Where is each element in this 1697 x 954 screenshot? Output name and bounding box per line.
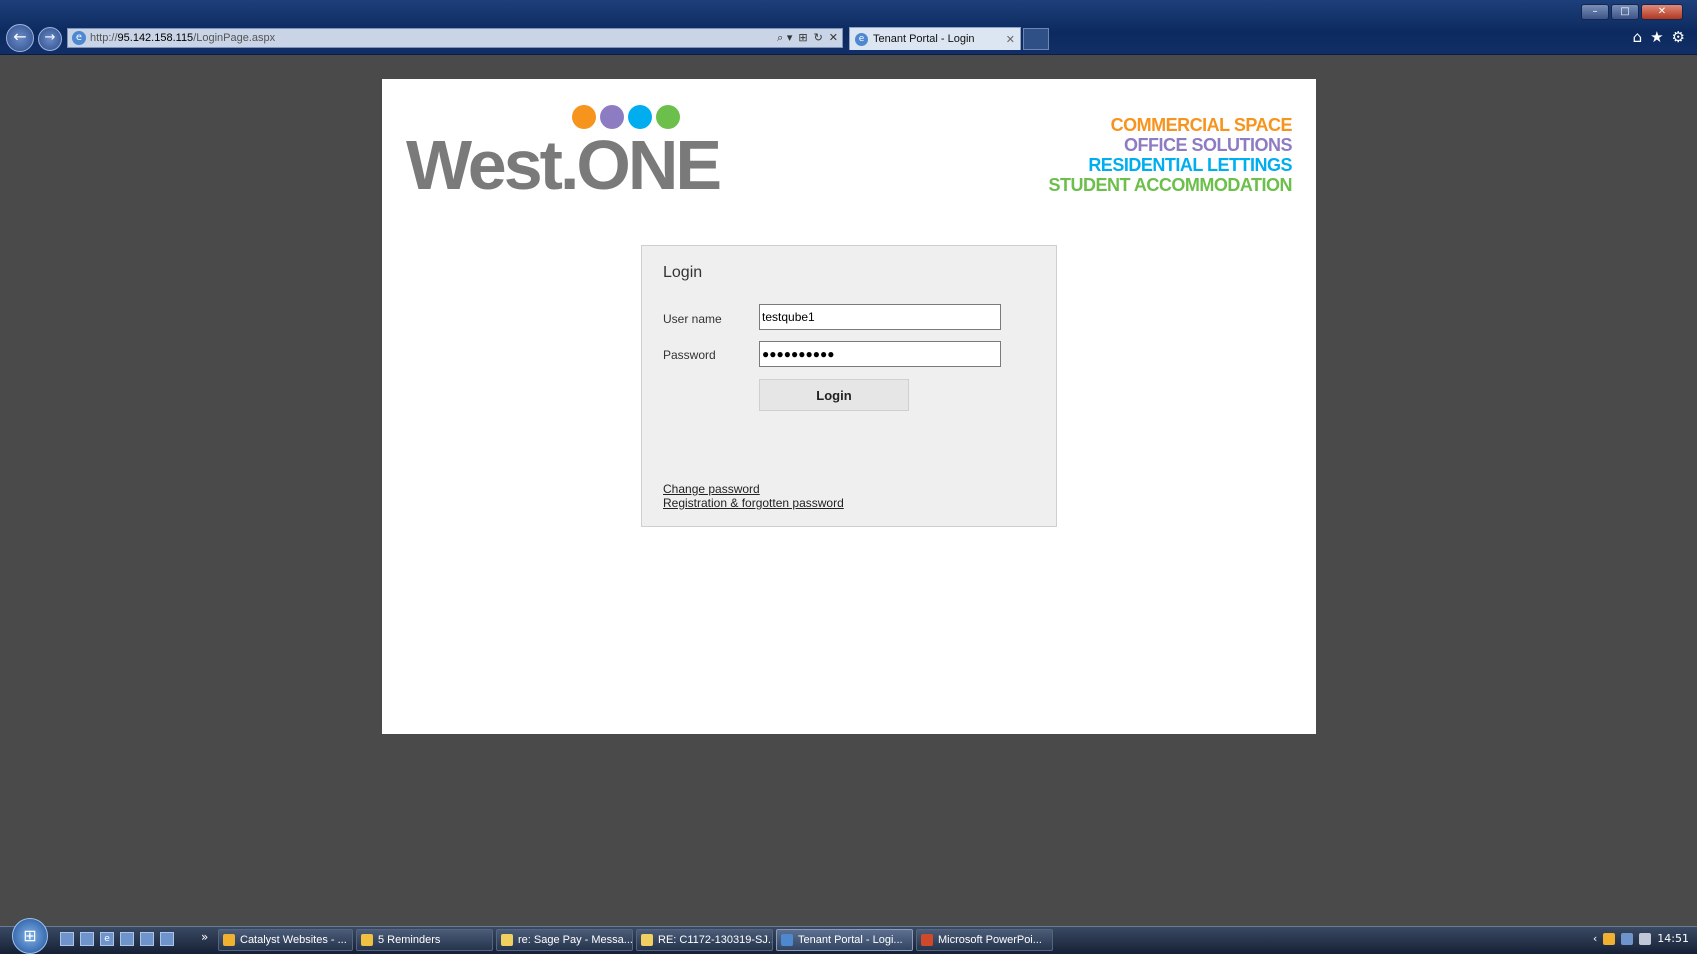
tab-close-icon[interactable]: ✕ <box>1006 33 1015 46</box>
reminder-bell-icon <box>361 934 373 946</box>
switch-windows-icon[interactable] <box>80 932 94 946</box>
taskbar-item[interactable]: re: Sage Pay - Messa... <box>496 929 633 951</box>
ie-tab-icon: e <box>855 32 868 46</box>
compatibility-view-icon[interactable]: ⊞ <box>798 31 807 45</box>
new-tab-button[interactable] <box>1023 28 1049 50</box>
volume-icon[interactable] <box>1639 932 1652 945</box>
login-panel: Login User name Password Login Change pa… <box>641 245 1057 527</box>
taskbar-item[interactable]: RE: C1172-130319-SJ... <box>636 929 773 951</box>
taskbar-items: Catalyst Websites - ... 5 Reminders re: … <box>218 929 1053 951</box>
browser-right-icons: ⌂ ★ ⚙ <box>1633 28 1685 46</box>
address-tools: ⌕ ▾ ⊞ ↻ ✕ <box>777 31 838 45</box>
services-list: COMMERCIAL SPACE OFFICE SOLUTIONS RESIDE… <box>1048 115 1293 195</box>
username-label: User name <box>663 312 722 326</box>
taskbar-item-label: Microsoft PowerPoi... <box>938 934 1042 946</box>
taskbar-item-label: Catalyst Websites - ... <box>240 934 347 946</box>
registration-link[interactable]: Registration & forgotten password <box>663 496 844 510</box>
username-input[interactable] <box>759 304 1001 330</box>
address-host: 95.142.158.115 <box>117 32 194 44</box>
ie-page-icon: e <box>72 31 86 45</box>
tab-tenant-portal[interactable]: e Tenant Portal - Login ✕ <box>849 27 1021 50</box>
clock[interactable]: 14:51 <box>1657 932 1689 945</box>
mail-envelope-icon <box>501 934 513 946</box>
catalyst-app-icon <box>223 934 235 946</box>
service-residential: RESIDENTIAL LETTINGS <box>1088 155 1292 175</box>
taskbar-item-label: 5 Reminders <box>378 934 441 946</box>
tools-gear-icon[interactable]: ⚙ <box>1672 28 1685 46</box>
westone-logo: West.ONE <box>406 105 866 225</box>
password-input[interactable] <box>759 341 1001 367</box>
back-button[interactable]: ← <box>6 24 34 52</box>
network-icon[interactable] <box>1621 932 1634 945</box>
system-tray: ‹ 14:51 <box>1593 932 1689 945</box>
logo-wordmark: West.ONE <box>406 126 722 204</box>
browser-titlebar: – □ ✕ ← → e http://95.142.158.115/LoginP… <box>0 0 1697 55</box>
page-content: West.ONE COMMERCIAL SPACE OFFICE SOLUTIO… <box>382 79 1316 734</box>
taskbar-item-label: RE: C1172-130319-SJ... <box>658 934 773 946</box>
address-path: /LoginPage.aspx <box>193 32 276 44</box>
taskbar-item-label: re: Sage Pay - Messa... <box>518 934 633 946</box>
home-icon[interactable]: ⌂ <box>1633 28 1643 46</box>
service-office: OFFICE SOLUTIONS <box>1123 135 1293 155</box>
tab-title: Tenant Portal - Login <box>873 33 975 45</box>
address-bar[interactable]: e http://95.142.158.115/LoginPage.aspx ⌕… <box>67 28 843 48</box>
taskbar-item-label: Tenant Portal - Logi... <box>798 934 903 946</box>
taskbar-item[interactable]: 5 Reminders <box>356 929 493 951</box>
close-window-button[interactable]: ✕ <box>1641 4 1683 20</box>
mail-envelope-icon <box>641 934 653 946</box>
start-button[interactable]: ⊞ <box>12 918 48 954</box>
password-label: Password <box>663 348 716 362</box>
address-scheme: http:// <box>90 32 118 44</box>
refresh-icon[interactable]: ↻ <box>814 31 823 45</box>
excel-launch-icon[interactable] <box>120 932 134 946</box>
search-dropdown-icon[interactable]: ⌕ ▾ <box>777 31 792 45</box>
powerpoint-app-icon <box>921 934 933 946</box>
ie-launch-icon[interactable]: e <box>100 932 114 946</box>
login-button[interactable]: Login <box>759 379 909 411</box>
word-launch-icon[interactable] <box>160 932 174 946</box>
tray-app-icon[interactable] <box>1603 932 1616 945</box>
tray-expand-icon[interactable]: ‹ <box>1593 932 1597 945</box>
restore-button[interactable]: □ <box>1611 4 1639 20</box>
change-password-link[interactable]: Change password <box>663 482 760 496</box>
favorites-star-icon[interactable]: ★ <box>1650 28 1663 46</box>
show-desktop-icon[interactable] <box>60 932 74 946</box>
stop-icon[interactable]: ✕ <box>829 31 838 45</box>
taskbar-item[interactable]: Microsoft PowerPoi... <box>916 929 1053 951</box>
quick-launch: e <box>60 932 174 946</box>
quick-launch-overflow-icon[interactable]: » <box>201 930 208 944</box>
outlook-launch-icon[interactable] <box>140 932 154 946</box>
login-title: Login <box>663 264 703 281</box>
taskbar-item[interactable]: Catalyst Websites - ... <box>218 929 353 951</box>
taskbar-item[interactable]: Tenant Portal - Logi... <box>776 929 913 951</box>
service-student: STUDENT ACCOMMODATION <box>1048 175 1293 195</box>
taskbar: ⊞ e » Catalyst Websites - ... 5 Reminder… <box>0 918 1697 954</box>
ie-app-icon <box>781 934 793 946</box>
minimize-button[interactable]: – <box>1581 4 1609 20</box>
window-controls: – □ ✕ <box>1581 4 1683 20</box>
forward-button[interactable]: → <box>38 27 62 51</box>
service-commercial: COMMERCIAL SPACE <box>1110 115 1293 135</box>
